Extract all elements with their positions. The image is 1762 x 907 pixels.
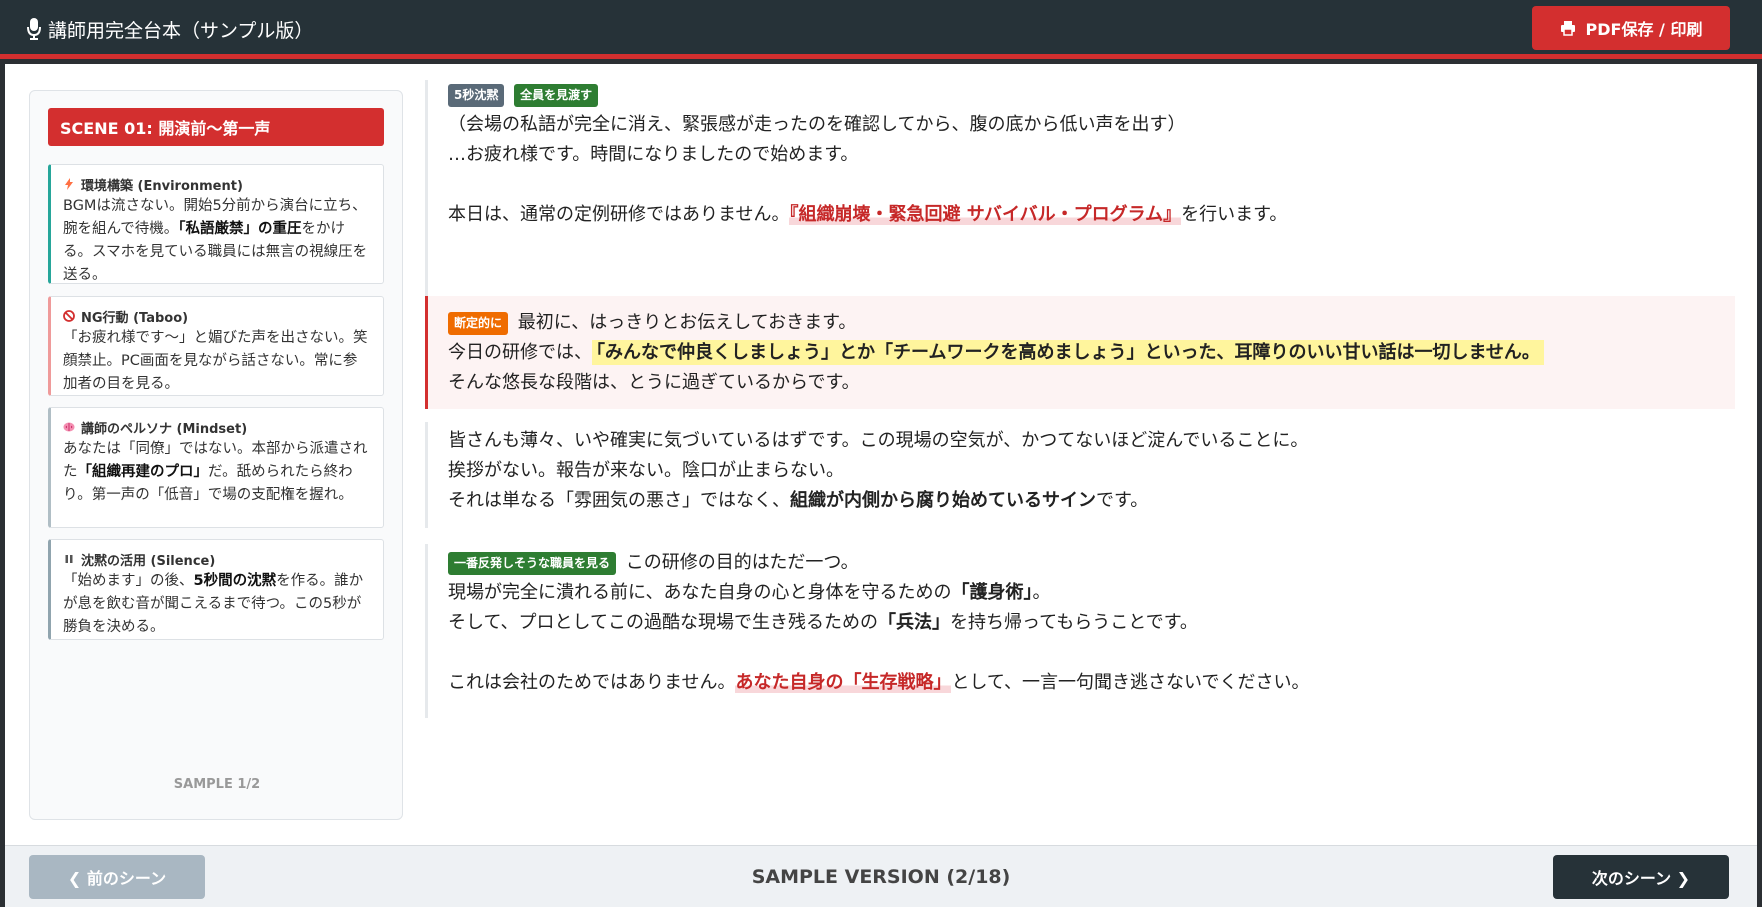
scene-title: SCENE 01: 開演前〜第一声: [48, 108, 384, 146]
program-name-emphasis: 『組織崩壊・緊急回避 サバイバル・プログラム』: [789, 204, 1182, 225]
brain-icon: [63, 422, 75, 432]
printer-icon: [1560, 21, 1575, 36]
note-title-row: 環境構築 (Environment): [63, 175, 371, 194]
script-block-purpose: 一番反発しそうな職員を見る この研修の目的はただ一つ。 現場が完全に潰れる前に、…: [425, 544, 1735, 718]
survival-strategy-emphasis: あなた自身の「生存戦略」: [735, 672, 952, 693]
script-line: 現場が完全に潰れる前に、あなた自身の心と身体を守るための「護身術」。: [428, 578, 1735, 608]
note-title-row: 講師のペルソナ (Mindset): [63, 418, 371, 437]
direction-tags: 5秒沈黙 全員を見渡す: [428, 80, 1735, 110]
script-block-declaration: 断定的に 最初に、はっきりとお伝えしておきます。 今日の研修では、 「みんなで仲良…: [425, 296, 1735, 409]
note-body: 「始めます」の後、5秒間の沈黙を作る。誰かが息を飲む音が聞こえるまで待つ。この5…: [63, 570, 371, 639]
note-title: 講師のペルソナ (Mindset): [81, 421, 248, 437]
note-body: BGMは流さない。開始5分前から演台に立ち、腕を組んで待機。「私語厳禁」の重圧を…: [63, 195, 371, 287]
lightning-icon: [65, 178, 73, 190]
script-line: （会場の私語が完全に消え、緊張感が走ったのを確認してから、腹の底から低い声を出す…: [448, 114, 1186, 135]
sample-page-indicator: SAMPLE 1/2: [173, 777, 261, 792]
script-text: それは単なる「雰囲気の悪さ」ではなく、: [448, 490, 790, 511]
director-notes-panel: SCENE 01: 開演前〜第一声 環境構築 (Environment) BGM…: [29, 90, 403, 820]
note-title: NG行動 (Taboo): [81, 310, 189, 326]
pdf-print-label: PDF保存 / 印刷: [1585, 20, 1703, 39]
direction-tag: 5秒沈黙: [448, 83, 505, 107]
direction-tag: 一番反発しそうな職員を見る: [448, 551, 617, 575]
script-emphasis: 「兵法」: [878, 612, 951, 633]
script-text: 現場が完全に潰れる前に、あなた自身の心と身体を守るための: [448, 582, 952, 603]
script-block-situation: 皆さんも薄々、いや確実に気づいているはずです。この現場の空気が、かつてないほど淀…: [425, 422, 1735, 528]
script-text: 今日の研修では、: [448, 342, 592, 363]
script-line: 本日は、通常の定例研修ではありません。『組織崩壊・緊急回避 サバイバル・プログラ…: [428, 200, 1735, 230]
note-title: 沈黙の活用 (Silence): [81, 553, 216, 569]
note-emphasis: 5秒間の沈黙: [193, 573, 277, 589]
note-text: 「始めます」の後、: [63, 573, 194, 589]
note-emphasis: 「私語厳禁」の重圧: [178, 221, 302, 237]
note-title-row: 沈黙の活用 (Silence): [63, 550, 371, 569]
window-edge: [1757, 59, 1762, 907]
note-card-mindset: 講師のペルソナ (Mindset) あなたは「同僚」ではない。本部から派遣された…: [48, 407, 384, 528]
script-text: です。: [1096, 490, 1149, 511]
app-title: 講師用完全台本（サンプル版）: [26, 14, 313, 44]
note-text: 「お疲れ様です〜」と媚びた声を出さない。笑顔禁止。PC画面を見ながら話さない。常…: [63, 330, 368, 392]
script-text: これは会社のためではありません。: [448, 672, 736, 693]
script-emphasis: 組織が内側から腐り始めているサイン: [790, 490, 1096, 511]
direction-tag: 断定的に: [448, 311, 509, 335]
script-text: を行います。: [1181, 204, 1288, 225]
app-title-text: 講師用完全台本（サンプル版）: [48, 19, 314, 42]
script-line: それは単なる「雰囲気の悪さ」ではなく、組織が内側から腐り始めているサインです。: [428, 486, 1735, 516]
script-text: 。: [1032, 582, 1051, 603]
pause-icon: [65, 555, 73, 563]
prohibited-icon: [63, 310, 75, 322]
script-text: として、一言一句聞き逃さないでください。: [951, 672, 1310, 693]
version-indicator: SAMPLE VERSION (2/18): [751, 866, 1011, 888]
note-body: 「お疲れ様です〜」と媚びた声を出さない。笑顔禁止。PC画面を見ながら話さない。常…: [63, 327, 371, 396]
script-emphasis: 「護身術」: [951, 582, 1033, 603]
script-text: そして、プロとしてこの過酷な現場で生き残るための: [448, 612, 879, 633]
pdf-print-button[interactable]: PDF保存 / 印刷: [1532, 6, 1730, 50]
script-text: を持ち帰ってもらうことです。: [950, 612, 1198, 633]
note-body: あなたは「同僚」ではない。本部から派遣された「組織再建のプロ」だ。舐められたら終…: [63, 438, 371, 507]
script-line: 断定的に 最初に、はっきりとお伝えしておきます。: [428, 308, 1735, 338]
script-body: 5秒沈黙 全員を見渡す （会場の私語が完全に消え、緊張感が走ったのを確認してから…: [425, 80, 1735, 820]
note-title: 環境構築 (Environment): [81, 178, 243, 194]
script-line: そして、プロとしてこの過酷な現場で生き残るための「兵法」を持ち帰ってもらうことで…: [428, 608, 1735, 638]
script-text: この研修の目的はただ一つ。: [625, 552, 859, 573]
note-emphasis: 「組織再建のプロ」: [77, 464, 209, 480]
main-content: SCENE 01: 開演前〜第一声 環境構築 (Environment) BGM…: [5, 64, 1757, 845]
script-line: 一番反発しそうな職員を見る この研修の目的はただ一つ。: [428, 548, 1735, 578]
script-line: 皆さんも薄々、いや確実に気づいているはずです。この現場の空気が、かつてないほど淀…: [448, 430, 1309, 451]
script-line: 今日の研修では、 「みんなで仲良くしましょう」とか「チームワークを高めましょう」と…: [428, 338, 1735, 368]
script-line: …お疲れ様です。時間になりましたので始めます。: [448, 144, 859, 165]
note-title-row: NG行動 (Taboo): [63, 307, 371, 326]
script-text: 本日は、通常の定例研修ではありません。: [448, 204, 790, 225]
script-line: そんな悠長な段階は、とうに過ぎているからです。: [448, 372, 860, 393]
key-phrase-highlight: 「みんなで仲良くしましょう」とか「チームワークを高めましょう」といった、耳障りの…: [592, 340, 1544, 365]
script-text: 最初に、はっきりとお伝えしておきます。: [517, 312, 857, 333]
direction-tag: 全員を見渡す: [514, 83, 599, 107]
note-card-taboo: NG行動 (Taboo) 「お疲れ様です〜」と媚びた声を出さない。笑顔禁止。PC…: [48, 296, 384, 396]
next-scene-button[interactable]: 次のシーン ❯: [1553, 855, 1729, 899]
note-card-environment: 環境構築 (Environment) BGMは流さない。開始5分前から演台に立ち…: [48, 164, 384, 284]
script-line: 挨拶がない。報告が来ない。陰口が止まらない。: [448, 460, 844, 481]
app-header: 講師用完全台本（サンプル版） PDF保存 / 印刷: [0, 0, 1762, 59]
microphone-icon: [27, 18, 41, 40]
scene-navigation-bar: ❮ 前のシーン SAMPLE VERSION (2/18) 次のシーン ❯: [5, 845, 1757, 907]
note-card-silence: 沈黙の活用 (Silence) 「始めます」の後、5秒間の沈黙を作る。誰かが息を…: [48, 539, 384, 640]
script-line: これは会社のためではありません。あなた自身の「生存戦略」として、一言一句聞き逃さ…: [428, 668, 1735, 698]
script-block-opening: 5秒沈黙 全員を見渡す （会場の私語が完全に消え、緊張感が走ったのを確認してから…: [425, 80, 1735, 304]
